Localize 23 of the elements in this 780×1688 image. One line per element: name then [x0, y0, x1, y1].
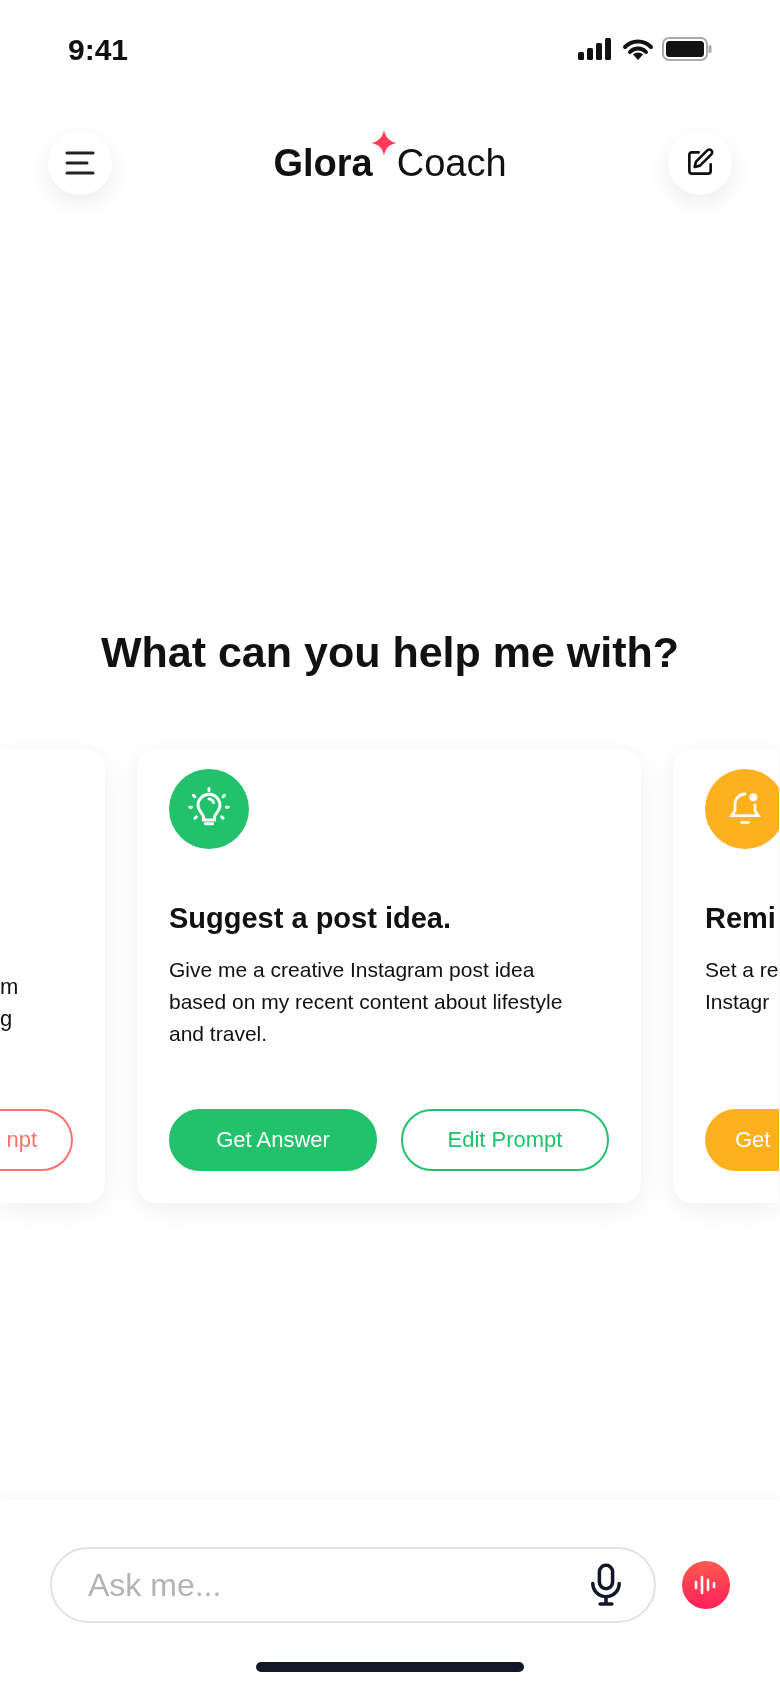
ask-field[interactable]: Ask me...	[50, 1547, 656, 1623]
card-title: Remi	[705, 900, 777, 936]
signal-icon	[578, 38, 614, 60]
battery-icon	[662, 37, 712, 61]
app-title: Coach	[396, 144, 507, 182]
menu-icon	[65, 150, 95, 176]
edit-prompt-button[interactable]: Edit Prompt	[401, 1108, 609, 1171]
prompt-heading: What can you help me with?	[99, 627, 681, 678]
get-answer-button[interactable]: Get Answer	[169, 1108, 377, 1171]
get-answer-button[interactable]: Get	[705, 1108, 779, 1171]
card-title: Suggest a post idea.	[169, 900, 452, 936]
wifi-icon	[622, 37, 654, 61]
card-description: Instagr	[705, 989, 770, 1015]
card-description: Give me a creative Instagram post idea based on my recent content about lifestyle and travel.	[169, 957, 564, 1047]
card-description: Set a re	[705, 957, 779, 983]
edit-prompt-button[interactable]: npt	[0, 1108, 73, 1171]
voice-button[interactable]	[682, 1561, 730, 1609]
card-description: g	[0, 1004, 13, 1033]
app-title: Glora	[273, 144, 373, 182]
status-time: 9:41	[68, 31, 129, 68]
text-input[interactable]: Ask me...	[88, 1561, 588, 1609]
card-description: m	[0, 972, 19, 1001]
microphone-icon[interactable]	[588, 1563, 624, 1607]
